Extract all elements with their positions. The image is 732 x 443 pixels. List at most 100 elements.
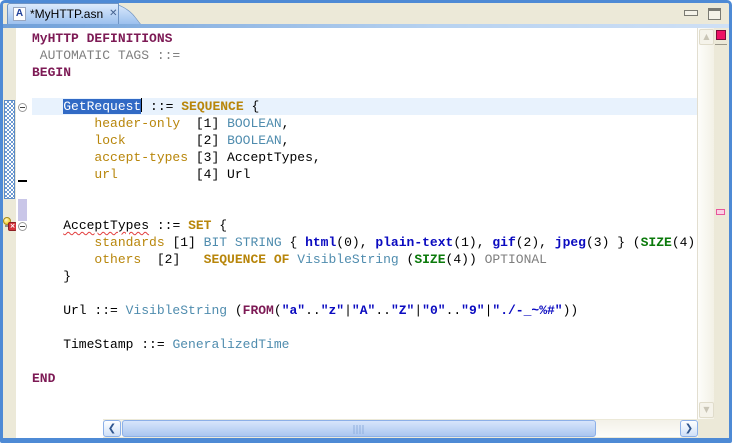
code-line[interactable]: AUTOMATIC TAGS ::= [32, 47, 697, 64]
code-token: standards [94, 235, 164, 250]
code-token: .. [375, 303, 391, 318]
fold-collapse-icon-accepttypes[interactable] [18, 222, 27, 231]
code-token: html [305, 235, 336, 250]
editor-bottom-filler [16, 419, 103, 438]
code-token: BOOLEAN [227, 133, 282, 148]
error-quickfix-icon[interactable]: × [3, 217, 17, 231]
code-token: (3) } ( [586, 235, 641, 250]
code-line[interactable]: header-only [1] BOOLEAN, [32, 115, 697, 132]
code-line[interactable] [32, 319, 697, 336]
code-token: SIZE [641, 235, 672, 250]
code-token: gif [492, 235, 515, 250]
code-line[interactable] [32, 285, 697, 302]
code-token: VisibleString [126, 303, 227, 318]
overview-ruler-separator [715, 44, 727, 45]
code-token: [3] AcceptTypes, [188, 150, 321, 165]
code-token: [1] [180, 116, 227, 131]
code-token: lock [94, 133, 125, 148]
code-line[interactable]: accept-types [3] AcceptTypes, [32, 149, 697, 166]
code-token: "Z" [391, 303, 414, 318]
code-line[interactable]: standards [1] BIT STRING { html(0), plai… [32, 234, 697, 251]
horizontal-scrollbar-row: ❮ ❯ [3, 419, 729, 438]
view-controls [684, 8, 721, 20]
close-icon[interactable]: ✕ [109, 9, 117, 19]
tab-bar: A *MyHTTP.asn ✕ [3, 3, 729, 24]
code-token: AcceptTypes [63, 218, 149, 233]
code-token: { [211, 218, 227, 233]
fold-collapse-icon-getrequest[interactable] [18, 103, 27, 112]
overview-error-header-marker[interactable] [716, 30, 726, 40]
code-line[interactable]: AcceptTypes ::= SET { [32, 217, 697, 234]
code-token: ( [274, 303, 282, 318]
code-token: "a" [282, 303, 305, 318]
overview-error-marker[interactable] [716, 209, 725, 215]
code-line[interactable] [32, 81, 697, 98]
code-token: | [414, 303, 422, 318]
code-token: BOOLEAN [227, 116, 282, 131]
code-token: ( [399, 252, 415, 267]
code-line[interactable]: TimeStamp ::= GeneralizedTime [32, 336, 697, 353]
code-token: SET [188, 218, 211, 233]
code-token: "z" [321, 303, 344, 318]
code-token: (4)) [446, 252, 485, 267]
code-token: } [32, 269, 71, 284]
code-token: { [282, 235, 305, 250]
code-token: BIT STRING [204, 235, 282, 250]
code-line[interactable]: url [4] Url [32, 166, 697, 183]
code-line[interactable]: lock [2] BOOLEAN, [32, 132, 697, 149]
projection-annotation [18, 199, 27, 221]
code-token [32, 99, 63, 114]
scroll-up-icon[interactable]: ▲ [699, 29, 714, 45]
code-line[interactable]: MyHTTP DEFINITIONS [32, 30, 697, 47]
code-token: GeneralizedTime [172, 337, 289, 352]
vertical-scrollbar[interactable]: ▲ ▼ [697, 28, 714, 419]
code-token: Url ::= [32, 303, 126, 318]
code-line[interactable] [32, 200, 697, 217]
code-token: { [244, 99, 260, 114]
folding-ruler[interactable] [16, 28, 30, 419]
maximize-button[interactable] [708, 8, 721, 20]
asn-file-icon: A [13, 7, 26, 21]
code-line[interactable]: END [32, 370, 697, 387]
code-line[interactable]: } [32, 268, 697, 285]
tab-myhttp-asn[interactable]: A *MyHTTP.asn ✕ [7, 3, 119, 24]
code-token: ::= [149, 218, 188, 233]
code-line[interactable]: Url ::= VisibleString (FROM("a".."z"|"A"… [32, 302, 697, 319]
code-token: "A" [352, 303, 375, 318]
scroll-left-icon[interactable]: ❮ [103, 420, 121, 437]
code-token: [1] [165, 235, 204, 250]
code-line[interactable]: BEGIN [32, 64, 697, 81]
code-line[interactable]: others [2] SEQUENCE OF VisibleString (SI… [32, 251, 697, 268]
code-line[interactable] [32, 353, 697, 370]
code-token: | [344, 303, 352, 318]
code-token: url [94, 167, 117, 182]
scroll-right-icon[interactable]: ❯ [680, 420, 698, 437]
minimize-button[interactable] [684, 10, 698, 16]
code-token: others [94, 252, 141, 267]
code-token: SEQUENCE [181, 99, 243, 114]
code-line[interactable] [32, 183, 697, 200]
horizontal-scrollbar-thumb[interactable] [122, 420, 596, 437]
code-token: [4] Url [118, 167, 251, 182]
code-token: MyHTTP DEFINITIONS [32, 31, 172, 46]
code-token: VisibleString [297, 252, 398, 267]
code-token: ::= [142, 99, 181, 114]
overview-ruler[interactable] [714, 28, 729, 419]
code-line[interactable]: GetRequest ::= SEQUENCE { [32, 98, 697, 115]
code-token [32, 133, 94, 148]
code-token: [2] [126, 133, 227, 148]
code-token: plain-text [375, 235, 453, 250]
code-token: (4)) [672, 235, 697, 250]
code-token [32, 235, 94, 250]
horizontal-scrollbar[interactable]: ❮ ❯ [103, 420, 698, 437]
code-token [32, 218, 63, 233]
scroll-down-icon[interactable]: ▼ [699, 402, 714, 418]
annotation-ruler[interactable]: × [3, 28, 16, 419]
code-area[interactable]: MyHTTP DEFINITIONS AUTOMATIC TAGS ::=BEG… [30, 28, 697, 419]
code-token: header-only [94, 116, 180, 131]
code-token: ( [227, 303, 243, 318]
code-token [32, 150, 94, 165]
code-token: )) [563, 303, 579, 318]
code-token: BEGIN [32, 65, 71, 80]
code-token [32, 252, 94, 267]
